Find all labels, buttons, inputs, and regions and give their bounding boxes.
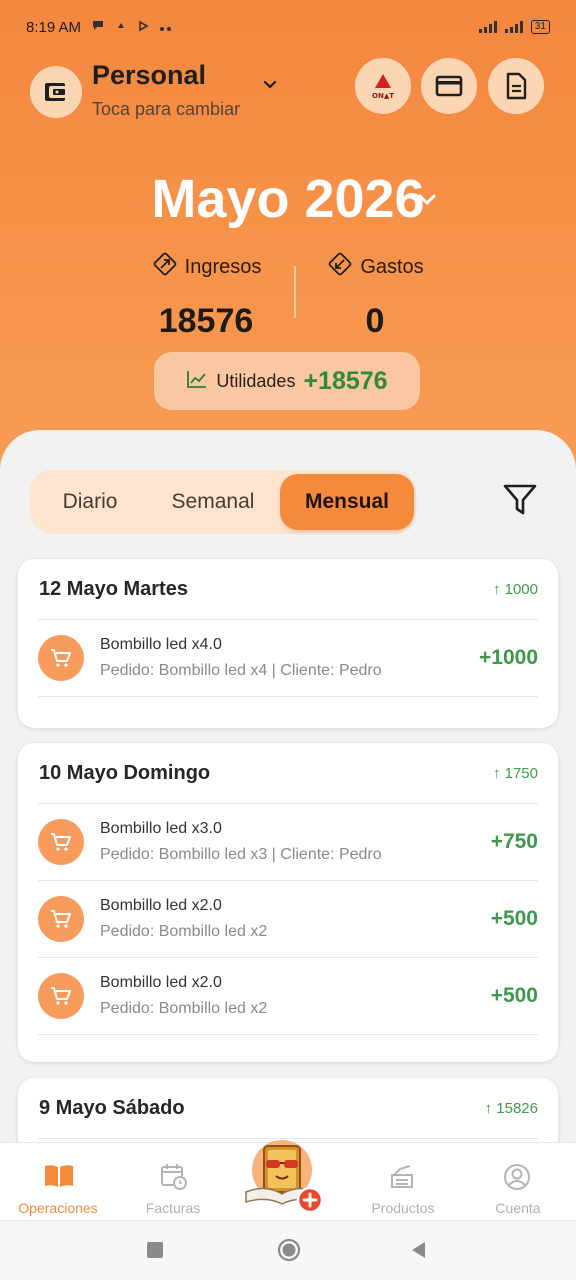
transaction-row[interactable]: Bombillo led x3.0 Pedido: Bombillo led x… [18, 804, 558, 880]
transaction-subtitle: Pedido: Bombillo led x4 | Cliente: Pedro [100, 662, 382, 679]
day-date: 9 Mayo Sábado [39, 1096, 185, 1119]
transaction-title: Bombillo led x3.0 [100, 820, 222, 837]
nav-operaciones[interactable]: Operaciones [3, 1143, 113, 1221]
profit-label: Utilidades [216, 370, 296, 391]
account-switch-hint[interactable]: Toca para cambiar [92, 99, 240, 120]
transaction-row[interactable]: Bombillo led x4.0 Pedido: Bombillo led x… [18, 620, 558, 696]
app-notification-icon [115, 19, 127, 36]
transaction-amount: +750 [490, 830, 538, 853]
day-card: 10 Mayo Domingo ↑ 1750 Bombillo led x3.0… [18, 743, 558, 1062]
nav-facturas[interactable]: Facturas [118, 1143, 228, 1221]
nav-label: Productos [371, 1200, 435, 1216]
card-button[interactable] [421, 58, 477, 114]
battery-icon: 31 [530, 20, 550, 34]
wallet-icon [45, 83, 67, 101]
onat-logo-icon: ON▲T [372, 74, 394, 100]
arrow-up-icon: ↑ [492, 580, 505, 598]
document-button[interactable] [488, 58, 544, 114]
nav-label: Facturas [145, 1200, 201, 1216]
transaction-subtitle: Pedido: Bombillo led x3 | Cliente: Pedro [100, 846, 382, 863]
calendar-clock-icon [160, 1163, 188, 1196]
nav-productos[interactable]: Productos [348, 1143, 458, 1221]
transaction-amount: +1000 [479, 646, 538, 669]
tab-semanal[interactable]: Semanal [146, 474, 280, 530]
expense-value: 0 [365, 302, 385, 340]
add-operation-button[interactable] [236, 1130, 332, 1216]
tab-diario[interactable]: Diario [34, 474, 146, 530]
transaction-amount: +500 [490, 907, 538, 930]
period-chevron-down-icon[interactable] [416, 192, 438, 213]
arrow-up-icon: ↑ [484, 1099, 497, 1117]
income-label: Ingresos [184, 255, 262, 278]
expense-summary: Gastos 0 [275, 250, 475, 341]
transaction-title: Bombillo led x2.0 [100, 897, 222, 914]
nav-label: Cuenta [495, 1200, 541, 1216]
transaction-row[interactable]: Bombillo led x2.0 Pedido: Bombillo led x… [18, 958, 558, 1034]
expense-arrow-icon [326, 250, 354, 284]
wallet-icon-button[interactable] [30, 66, 82, 118]
transaction-subtitle: Pedido: Bombillo led x2 [100, 923, 268, 940]
expense-label: Gastos [360, 255, 424, 278]
credit-card-icon [435, 75, 463, 97]
day-date: 12 Mayo Martes [39, 577, 188, 600]
header: 8:19 AM 31 Personal Toca para cambiar ON… [0, 0, 576, 470]
day-total: ↑ 1000 [492, 580, 538, 598]
day-total: ↑ 1750 [492, 764, 538, 782]
nav-label: Operaciones [18, 1200, 98, 1216]
shopping-cart-icon [38, 819, 84, 865]
operations-sheet: Diario Semanal Mensual 12 Mayo Martes ↑ … [0, 430, 576, 1150]
shopping-cart-icon [38, 973, 84, 1019]
back-icon[interactable] [410, 1241, 426, 1264]
chat-notification-icon [91, 18, 105, 36]
transaction-amount: +500 [490, 984, 538, 1007]
arrow-up-icon: ↑ [492, 764, 505, 782]
user-circle-icon [503, 1163, 531, 1196]
income-arrow-icon [151, 250, 179, 284]
shopping-cart-icon [38, 896, 84, 942]
document-icon [506, 72, 527, 100]
day-card: 12 Mayo Martes ↑ 1000 Bombillo led x4.0 … [18, 559, 558, 728]
tab-mensual[interactable]: Mensual [280, 474, 414, 530]
home-icon[interactable] [277, 1238, 301, 1267]
transaction-title: Bombillo led x2.0 [100, 974, 222, 991]
shopping-cart-icon [38, 635, 84, 681]
more-notifications-icon [159, 19, 173, 36]
transaction-title: Bombillo led x4.0 [100, 636, 222, 653]
open-book-icon [43, 1163, 75, 1194]
play-notification-icon [137, 19, 149, 36]
trend-chart-icon [186, 369, 208, 394]
onat-logo-button[interactable]: ON▲T [355, 58, 411, 114]
transaction-subtitle: Pedido: Bombillo led x2 [100, 1000, 268, 1017]
products-icon [388, 1163, 418, 1196]
period-selector[interactable]: Mayo 2026 [0, 168, 576, 230]
divider [38, 696, 538, 697]
period-tabs: Diario Semanal Mensual [30, 470, 416, 534]
svg-text:ON▲T: ON▲T [372, 92, 394, 100]
status-bar: 8:19 AM 31 [26, 14, 550, 40]
profit-value: +18576 [303, 366, 388, 395]
day-date: 10 Mayo Domingo [39, 761, 211, 784]
book-mascot-icon [245, 1140, 324, 1214]
profit-summary[interactable]: Utilidades +18576 [154, 352, 420, 410]
status-time: 8:19 AM [26, 18, 82, 36]
signal-icon [504, 21, 523, 33]
system-navigation-bar [0, 1220, 576, 1280]
recent-apps-icon[interactable] [147, 1242, 163, 1263]
nav-cuenta[interactable]: Cuenta [463, 1143, 573, 1221]
chevron-down-icon[interactable] [262, 78, 278, 96]
divider [38, 1034, 538, 1035]
transaction-row[interactable]: Bombillo led x2.0 Pedido: Bombillo led x… [18, 881, 558, 957]
day-total: ↑ 15826 [484, 1099, 538, 1117]
filter-icon[interactable] [500, 482, 540, 523]
signal-icon [478, 21, 497, 33]
account-name[interactable]: Personal [92, 60, 206, 91]
